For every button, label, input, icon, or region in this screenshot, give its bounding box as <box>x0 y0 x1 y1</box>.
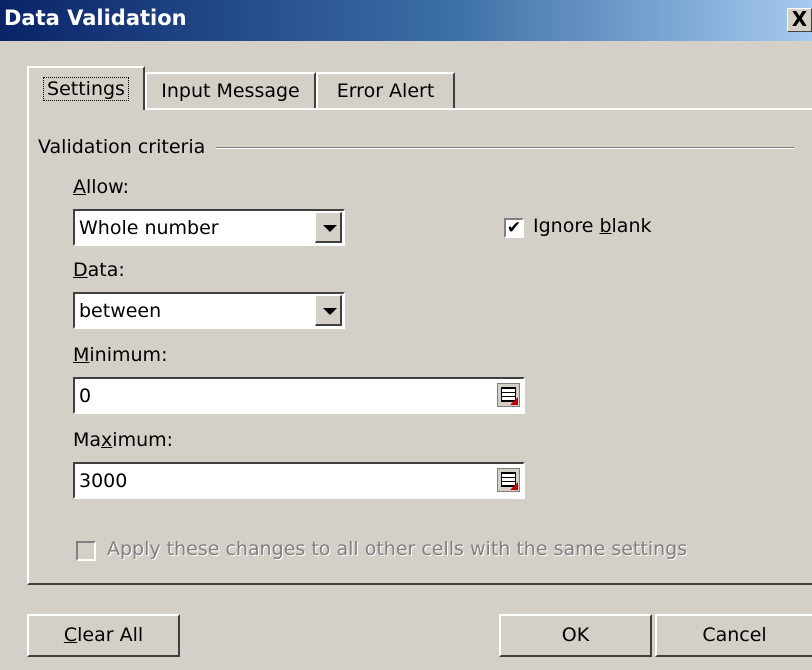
data-select-value: between <box>79 300 162 322</box>
tab-error-alert[interactable]: Error Alert <box>316 72 455 110</box>
minimum-label: Minimum: <box>73 344 168 366</box>
allow-select[interactable]: Whole number <box>73 209 345 246</box>
close-icon: X <box>791 7 808 31</box>
ignore-blank-checkbox[interactable]: ✔ <box>504 218 524 238</box>
apply-to-all-checkbox[interactable] <box>76 541 96 561</box>
maximum-input-value: 3000 <box>79 470 128 492</box>
allow-label: Allow: <box>73 176 130 198</box>
ignore-blank-label: Ignore blank <box>533 215 652 237</box>
apply-to-all-label: Apply these changes to all other cells w… <box>107 538 688 560</box>
cancel-button[interactable]: Cancel <box>655 614 812 657</box>
clear-all-button[interactable]: Clear All <box>27 614 180 657</box>
maximum-input[interactable]: 3000 <box>73 462 525 499</box>
validation-criteria-label: Validation criteria <box>38 136 206 158</box>
allow-select-value: Whole number <box>79 217 219 239</box>
data-select[interactable]: between <box>73 292 345 329</box>
window-title: Data Validation <box>4 6 187 30</box>
close-button[interactable]: X <box>787 8 812 32</box>
tab-input-message[interactable]: Input Message <box>145 72 316 110</box>
collapse-dialog-icon[interactable] <box>497 468 520 492</box>
checkmark-icon: ✔ <box>506 218 522 238</box>
tab-input-message-label: Input Message <box>161 80 300 102</box>
minimum-input-value: 0 <box>79 385 92 407</box>
maximum-label: Maximum: <box>73 429 174 451</box>
chevron-down-icon[interactable] <box>315 212 342 243</box>
minimum-input[interactable]: 0 <box>73 377 525 414</box>
tab-settings-label: Settings <box>43 77 129 101</box>
tab-settings[interactable]: Settings <box>27 66 145 110</box>
collapse-dialog-icon[interactable] <box>497 383 520 407</box>
tab-error-alert-label: Error Alert <box>336 80 435 102</box>
group-divider <box>216 147 794 149</box>
title-bar: Data Validation X <box>0 0 812 41</box>
chevron-down-icon[interactable] <box>315 295 342 326</box>
data-label: Data: <box>73 259 125 281</box>
ok-button[interactable]: OK <box>499 614 652 657</box>
